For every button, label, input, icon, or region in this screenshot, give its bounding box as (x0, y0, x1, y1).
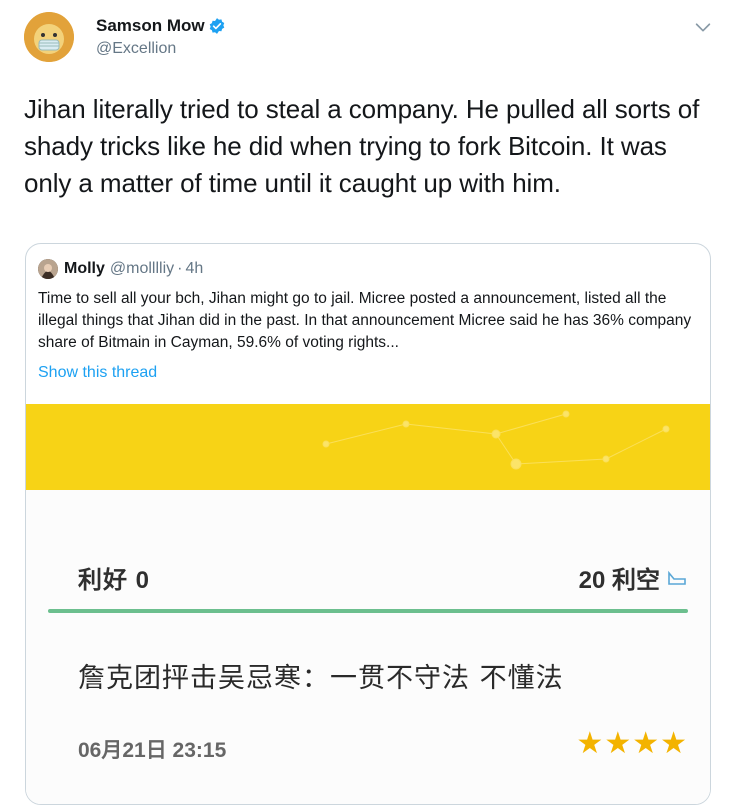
network-pattern-decoration (322, 410, 670, 470)
sentiment-divider (48, 609, 688, 613)
news-date: 06月21日 23:15 (78, 739, 227, 762)
author-avatar[interactable] (24, 12, 74, 62)
quoted-author-name: Molly (64, 260, 105, 277)
bearish-count: 20 利空 (579, 560, 688, 595)
quoted-author-avatar (38, 259, 58, 279)
quoted-tweet-card[interactable]: Molly @molllliy · 4h Time to sell all yo… (25, 243, 711, 805)
lion-mask-avatar-image (24, 12, 74, 62)
chevron-down-icon[interactable] (692, 16, 714, 38)
tweet-text: Jihan literally tried to steal a company… (24, 94, 700, 198)
bearish-label: 20 利空 (578, 567, 660, 594)
quoted-timestamp: 4h (185, 260, 204, 277)
quoted-tweet-text: Time to sell all your bch, Jihan might g… (38, 290, 692, 351)
bullish-count: 利好 0 (78, 567, 151, 594)
quoted-avatar-image (38, 259, 58, 279)
news-headline: 詹克团抨击吴忌寒：一贯不守法 不懂法 (78, 663, 564, 694)
rating-stars: ★★★★ (576, 727, 688, 760)
quoted-separator: · (177, 260, 183, 277)
quoted-tweet-header: Molly @molllliy · 4h (38, 259, 203, 279)
author-block: Samson Mow @Excellion (96, 16, 226, 58)
bookmark-icon (668, 570, 686, 585)
verified-badge-icon (209, 18, 224, 34)
quoted-media-image[interactable]: 利好 0 20 利空 詹克团抨击吴忌寒：一贯不守法 不懂法 06月21日 23:… (26, 404, 710, 804)
show-thread-link[interactable]: Show this thread (38, 364, 157, 382)
author-name-row: Samson Mow (96, 16, 226, 36)
author-handle[interactable]: @Excellion (96, 40, 226, 58)
quoted-author-handle: @molllliy (109, 260, 175, 277)
author-name[interactable]: Samson Mow (96, 16, 205, 36)
yellow-banner (26, 404, 710, 490)
